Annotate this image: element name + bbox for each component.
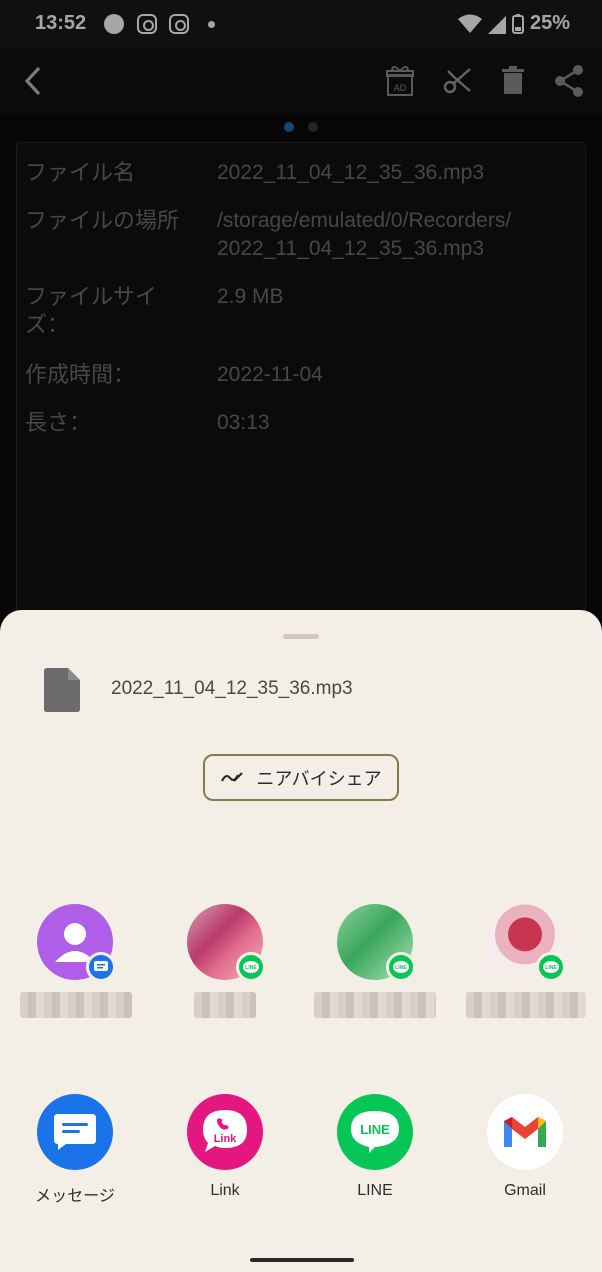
nearby-share-button[interactable]: ニアバイシェア: [203, 754, 399, 801]
share-app-gmail[interactable]: Gmail: [450, 1094, 600, 1206]
svg-text:Link: Link: [214, 1133, 237, 1145]
share-app-messages[interactable]: メッセージ: [0, 1094, 150, 1206]
svg-text:LINE: LINE: [545, 965, 557, 971]
gesture-nav-bar[interactable]: [250, 1258, 354, 1262]
share-file-name: 2022_11_04_12_35_36.mp3: [111, 678, 353, 699]
share-app-link[interactable]: Link Link: [150, 1094, 300, 1206]
blurred-contact-name: [194, 992, 256, 1018]
blurred-contact-name: [466, 992, 586, 1018]
messages-badge-icon: [86, 952, 116, 982]
app-label: LINE: [357, 1182, 393, 1199]
line-badge-icon: LINE: [536, 952, 566, 982]
app-label: Gmail: [504, 1182, 546, 1199]
svg-text:LINE: LINE: [395, 965, 407, 971]
share-app-line[interactable]: LINE LINE: [300, 1094, 450, 1206]
svg-text:LINE: LINE: [360, 1122, 390, 1137]
file-icon: [44, 668, 80, 717]
line-app-icon: LINE: [337, 1094, 413, 1170]
gmail-icon: [487, 1094, 563, 1170]
blurred-contact-name: [314, 992, 436, 1018]
app-label: メッセージ: [35, 1188, 115, 1205]
line-badge-icon: LINE: [386, 952, 416, 982]
blurred-contact-name: [20, 992, 132, 1018]
share-sheet: 2022_11_04_12_35_36.mp3 ニアバイシェア LINE LIN…: [0, 610, 602, 1272]
app-label: Link: [210, 1182, 240, 1199]
direct-share-contact[interactable]: LINE: [150, 904, 300, 1024]
nearby-share-label: ニアバイシェア: [256, 768, 382, 789]
direct-share-contact[interactable]: LINE: [300, 904, 450, 1024]
line-badge-icon: LINE: [236, 952, 266, 982]
nearby-share-icon: [221, 771, 244, 782]
messages-icon: [37, 1094, 113, 1170]
direct-share-contact[interactable]: LINE: [450, 904, 600, 1034]
svg-text:LINE: LINE: [245, 965, 257, 971]
sheet-drag-handle[interactable]: [283, 634, 319, 639]
link-app-icon: Link: [187, 1094, 263, 1170]
direct-share-contact[interactable]: [0, 904, 150, 1024]
